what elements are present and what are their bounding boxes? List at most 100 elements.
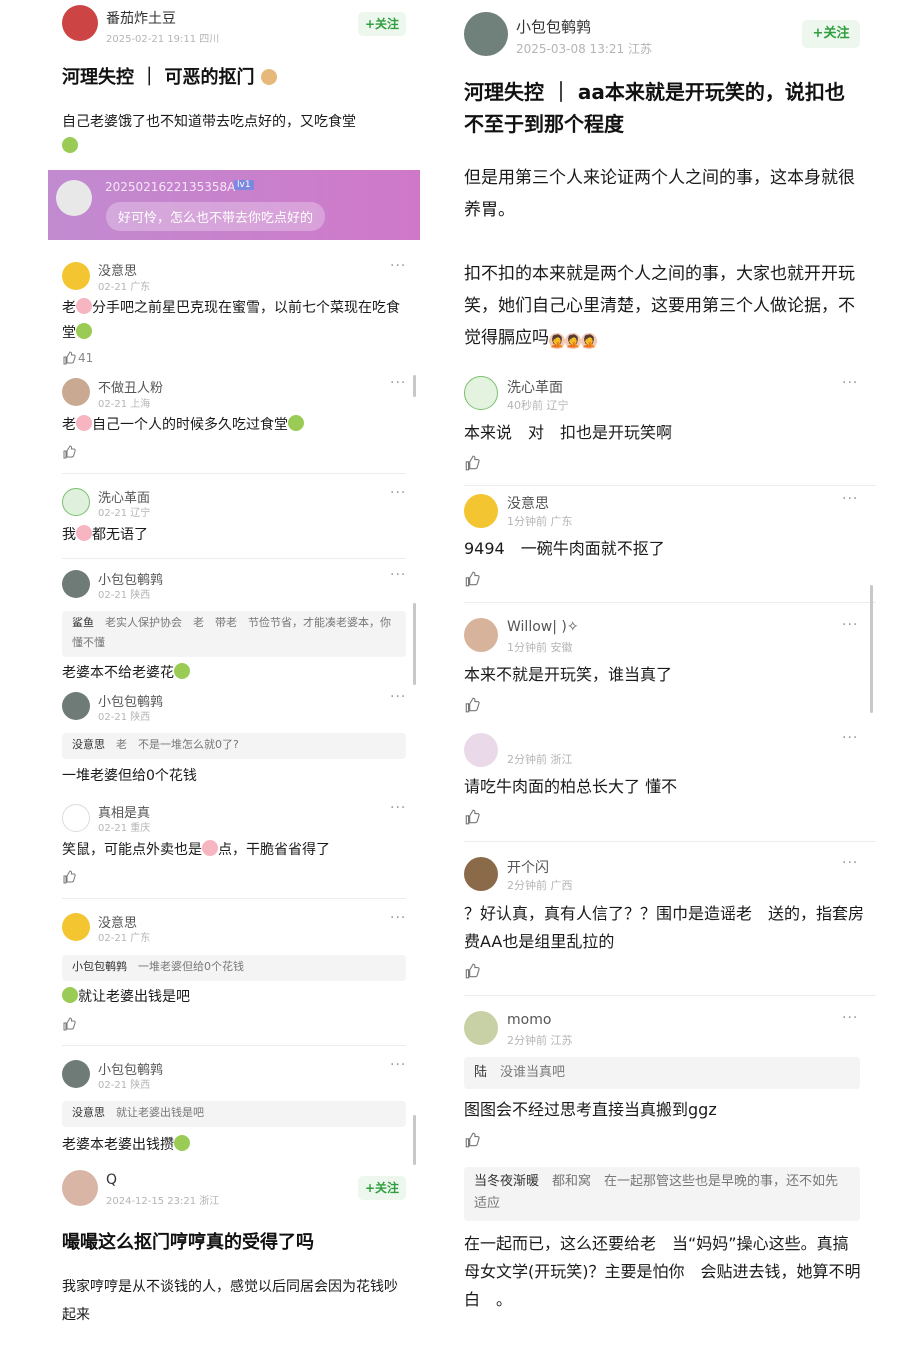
facepalm-emoji-icon: 🤦 xyxy=(565,333,581,349)
avatar[interactable] xyxy=(62,378,90,406)
avatar[interactable] xyxy=(62,692,90,720)
more-icon[interactable]: ··· xyxy=(390,258,406,274)
sick-emoji-icon xyxy=(288,415,304,431)
comment-author[interactable]: 开个闪 xyxy=(507,857,549,877)
post-body: 我家哼哼是从不谈钱的人，感觉以后同居会因为花钱吵起来 xyxy=(62,1279,398,1323)
more-icon[interactable]: ··· xyxy=(842,491,858,507)
more-icon[interactable]: ··· xyxy=(390,800,406,816)
follow-button[interactable]: +关注 xyxy=(802,20,860,48)
avatar[interactable] xyxy=(464,857,498,891)
avatar[interactable] xyxy=(464,733,498,767)
avatar[interactable] xyxy=(62,488,90,516)
comment-meta: 1分钟前 广东 xyxy=(507,515,573,528)
comment-author[interactable]: 不做丑人粉 xyxy=(98,377,163,396)
scrollbar[interactable] xyxy=(413,1115,416,1165)
comment-author[interactable]: momo xyxy=(507,1012,551,1028)
sick-emoji-icon xyxy=(62,987,78,1003)
banner-text: 好可怜，怎么也不带去你吃点好的 xyxy=(106,202,326,231)
like-count: 41 xyxy=(78,351,94,365)
avatar[interactable] xyxy=(62,5,98,41)
quoted-reply: 没意思 就让老婆出钱是吧 xyxy=(62,1101,406,1127)
post-title: 河理失控 ｜ aa本来就是开玩笑的，说扣也不至于到那个程度 xyxy=(464,80,845,136)
danmaku-banner: 2025021622135358A lv1 好可怜，怎么也不带去你吃点好的 xyxy=(48,170,420,240)
avatar[interactable] xyxy=(464,376,498,410)
avatar[interactable] xyxy=(62,1170,98,1206)
author-name[interactable]: 番茄炸土豆 xyxy=(106,8,176,28)
thumbs-up-icon[interactable] xyxy=(62,870,76,884)
left-screenshot: 番茄炸土豆 2025-02-21 19:11 四川 +关注 河理失控 ｜ 可恶的… xyxy=(0,0,450,1350)
post-title: 河理失控 ｜ 可恶的抠门 xyxy=(62,63,277,89)
more-icon[interactable]: ··· xyxy=(842,730,858,746)
comment-text: 在一起而已，这么还要给老 当“妈妈”操心这些。真搞母女文学(开玩笑)？主要是怕你… xyxy=(464,1234,861,1309)
comment-meta: 02-21 辽宁 xyxy=(98,508,151,519)
avatar[interactable] xyxy=(464,12,508,56)
avatar[interactable] xyxy=(464,1011,498,1045)
thumbs-up-icon[interactable] xyxy=(464,571,480,587)
avatar[interactable] xyxy=(62,570,90,598)
thumbs-up-icon[interactable] xyxy=(62,1017,76,1031)
pig-emoji-icon xyxy=(76,525,92,541)
comment-meta: 02-21 广东 xyxy=(98,933,151,944)
thumbs-up-icon[interactable] xyxy=(62,351,76,365)
comment-text: ？好认真，真有人信了？？围巾是造谣老 送的，指套房费AA也是组里乱拉的 xyxy=(464,904,865,951)
comment-author[interactable]: Willow| )✧ xyxy=(507,619,579,635)
avatar[interactable] xyxy=(464,494,498,528)
divider xyxy=(62,898,406,899)
more-icon[interactable]: ··· xyxy=(390,375,406,391)
quoted-reply: 没意思 老 不是一堆怎么就0了? xyxy=(62,733,406,759)
post-body: 但是用第三个人来论证两个人之间的事，这本身就很养胃。 xyxy=(464,168,855,220)
sick-emoji-icon xyxy=(174,1135,190,1151)
right-screenshot: 小包包鹌鹑 2025-03-08 13:21 江苏 +关注 河理失控 ｜ aa本… xyxy=(450,0,900,1350)
comment-meta: 2分钟前 江苏 xyxy=(507,1034,573,1047)
comment-text: 老婆本不给老婆花 xyxy=(62,661,190,686)
facepalm-emoji-icon: 🤦 xyxy=(581,333,597,349)
avatar[interactable] xyxy=(62,262,90,290)
thumbs-up-icon[interactable] xyxy=(464,809,480,825)
more-icon[interactable]: ··· xyxy=(390,1057,406,1073)
more-icon[interactable]: ··· xyxy=(842,617,858,633)
scrollbar[interactable] xyxy=(413,603,416,685)
quoted-reply: 陆 没谁当真吧 xyxy=(464,1057,860,1089)
avatar[interactable] xyxy=(62,913,90,941)
sick-emoji-icon xyxy=(62,137,78,153)
follow-button[interactable]: +关注 xyxy=(358,12,406,36)
comment-meta: 02-21 上海 xyxy=(98,399,151,410)
comment-text: 老分手吧之前星巴克现在蜜雪，以前七个菜现在吃食堂 xyxy=(62,298,400,341)
thumbs-up-icon[interactable] xyxy=(464,1132,480,1148)
more-icon[interactable]: ··· xyxy=(390,910,406,926)
post-body: 自己老婆饿了也不知道带去吃点好的，又吃食堂 xyxy=(62,110,422,160)
avatar[interactable] xyxy=(62,1060,90,1088)
post-time: 2025-02-21 19:11 四川 xyxy=(106,34,220,45)
author-name[interactable]: Q xyxy=(106,1172,117,1188)
comment-text: 老自己一个人的时候多久吃过食堂 xyxy=(62,413,402,438)
more-icon[interactable]: ··· xyxy=(390,485,406,501)
more-icon[interactable]: ··· xyxy=(842,855,858,871)
thumbs-up-icon[interactable] xyxy=(464,963,480,979)
sick-emoji-icon xyxy=(174,663,190,679)
facepalm-emoji-icon: 🤦 xyxy=(549,333,565,349)
scrollbar[interactable] xyxy=(870,585,873,713)
comment-text: 本来说 对 扣也是开玩笑啊 xyxy=(464,423,673,442)
more-icon[interactable]: ··· xyxy=(842,375,858,391)
avatar[interactable] xyxy=(464,618,498,652)
scrollbar[interactable] xyxy=(413,375,416,397)
comment-text: 老婆本老婆出钱攒 xyxy=(62,1133,190,1158)
comment-meta: 02-21 广东 xyxy=(98,282,151,293)
thumbs-up-icon[interactable] xyxy=(464,697,480,713)
author-name[interactable]: 小包包鹌鹑 xyxy=(516,16,591,37)
comment-text: 笑鼠，可能点外卖也是 点，干脆省省得了 xyxy=(62,840,330,858)
follow-button[interactable]: +关注 xyxy=(358,1176,406,1200)
more-icon[interactable]: ··· xyxy=(842,1010,858,1026)
banner-user: 2025021622135358A xyxy=(105,180,236,194)
thumbs-up-icon[interactable] xyxy=(62,445,76,459)
comment-meta: 1分钟前 安徽 xyxy=(507,641,573,654)
thumbs-up-icon[interactable] xyxy=(464,455,480,471)
avatar[interactable] xyxy=(62,804,90,832)
more-icon[interactable]: ··· xyxy=(390,567,406,583)
comment-author[interactable]: 没意思 xyxy=(507,493,549,513)
quoted-reply: 小包包鹌鹑 一堆老婆但给0个花钱 xyxy=(62,955,406,981)
comment-author[interactable]: 洗心革面 xyxy=(507,377,563,397)
comment-author[interactable]: 没意思 xyxy=(98,260,137,279)
more-icon[interactable]: ··· xyxy=(390,689,406,705)
post-time: 2024-12-15 23:21 浙江 xyxy=(106,1196,220,1207)
